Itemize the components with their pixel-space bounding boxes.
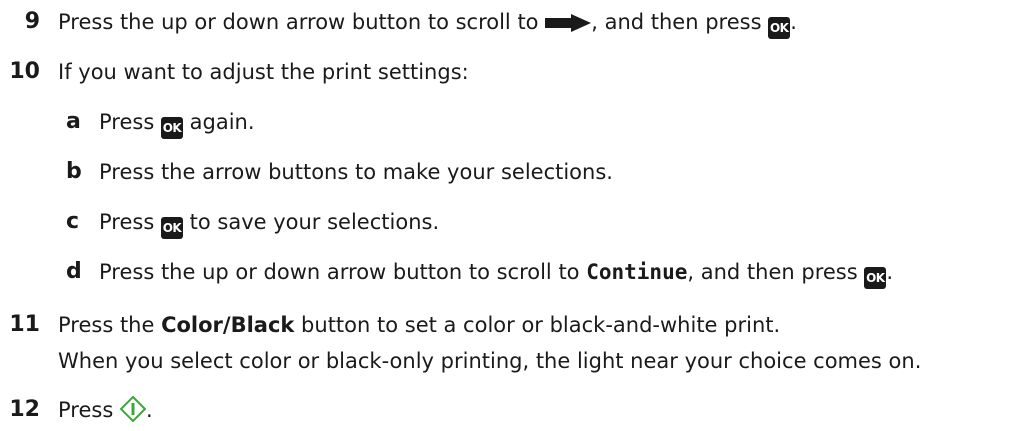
step-text-end: . [790, 10, 797, 34]
ok-button-icon: OK [864, 267, 887, 289]
step-text: Press the up or down arrow button to scr… [58, 8, 797, 39]
step-text: Press . [58, 395, 153, 429]
step-text: If you want to adjust the print settings… [58, 60, 469, 84]
substep-text: Press the arrow buttons to make your sel… [99, 160, 613, 184]
step-number: 9 [24, 9, 40, 34]
ok-button-icon: OK [768, 17, 791, 39]
substep-text-pre: Press the up or down arrow button to scr… [99, 260, 587, 284]
step-note: When you select color or black-only prin… [58, 349, 922, 373]
right-arrow-icon [545, 11, 592, 39]
step-text-post: button to set a color or black-and-white… [294, 313, 781, 337]
step-number: 11 [9, 312, 40, 337]
substep-letter: c [66, 209, 80, 234]
ok-button-icon: OK [160, 117, 183, 139]
substep-text-post: again. [182, 110, 255, 134]
substep-letter: b [66, 159, 82, 184]
step-text-pre: Press [58, 398, 120, 422]
substep-text: Press OK to save your selections. [99, 208, 439, 239]
substep-text: Press the up or down arrow button to scr… [99, 258, 893, 289]
step-text-pre: Press the up or down arrow button to scr… [58, 10, 546, 34]
step-text-end: . [145, 398, 153, 422]
step-text-mid: , and then press [591, 10, 769, 34]
menu-option-continue: Continue [586, 260, 688, 284]
substep-letter: a [66, 109, 81, 134]
substep-text: Press OK again. [99, 108, 255, 139]
start-button-icon [119, 395, 147, 429]
ok-button-icon: OK [160, 217, 183, 239]
substep-text-post: to save your selections. [182, 210, 440, 234]
substep-text-mid: , and then press [687, 260, 865, 284]
color-black-button-label: Color/Black [161, 313, 295, 337]
substep-letter: d [66, 259, 82, 284]
substep-text-pre: Press [99, 210, 161, 234]
step-text: Press the Color/Black button to set a co… [58, 311, 780, 339]
substep-text-end: . [886, 260, 894, 284]
substep-text-pre: Press [99, 110, 161, 134]
step-number: 10 [9, 59, 40, 84]
step-text-pre: Press the [58, 313, 162, 337]
step-number: 12 [9, 397, 40, 422]
